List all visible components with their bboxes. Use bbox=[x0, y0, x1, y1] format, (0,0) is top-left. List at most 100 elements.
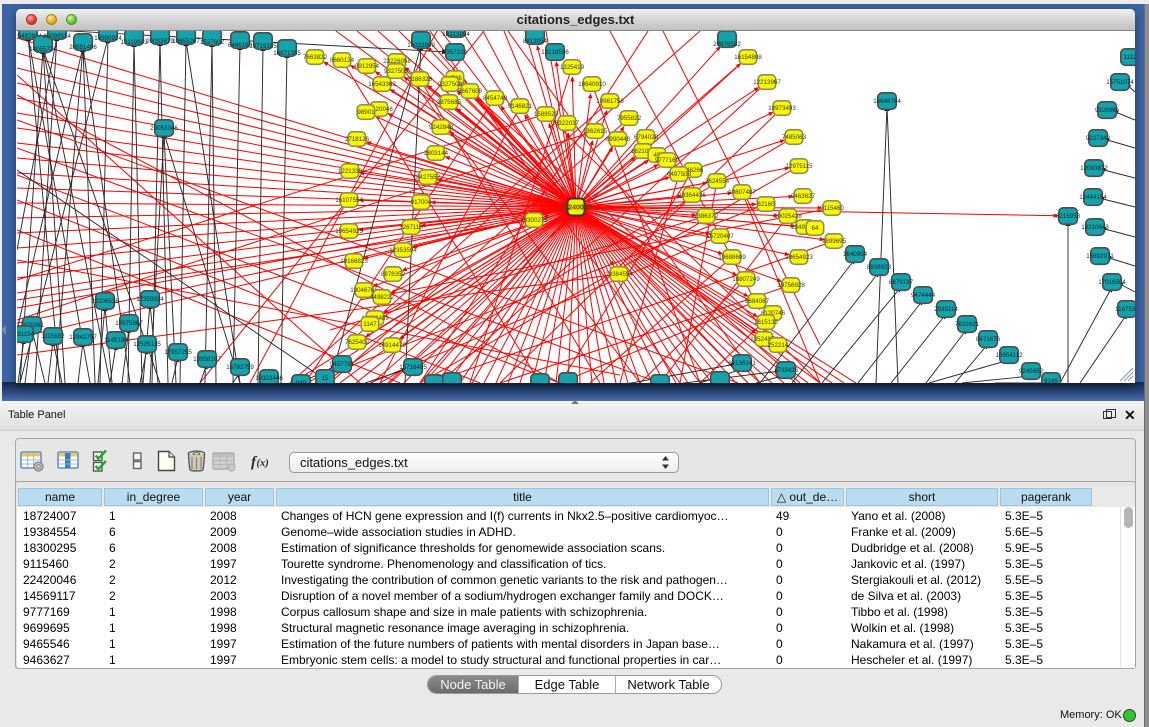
svg-text:9777169: 9777169 bbox=[655, 157, 680, 164]
svg-text:9327508: 9327508 bbox=[438, 81, 463, 88]
svg-text:9474444: 9474444 bbox=[911, 292, 936, 299]
svg-text:8427552: 8427552 bbox=[416, 174, 441, 181]
svg-text:1145194: 1145194 bbox=[104, 337, 128, 344]
svg-text:945: 945 bbox=[296, 380, 307, 383]
svg-text:10590924: 10590924 bbox=[94, 35, 122, 42]
svg-text:7386372: 7386372 bbox=[694, 213, 719, 220]
svg-text:18640910: 18640910 bbox=[578, 81, 606, 88]
svg-text:3267110: 3267110 bbox=[399, 224, 423, 231]
svg-text:98901: 98901 bbox=[357, 109, 375, 116]
svg-text:7955822: 7955822 bbox=[617, 115, 642, 122]
svg-text:1115682: 1115682 bbox=[41, 333, 65, 340]
svg-text:20691406: 20691406 bbox=[69, 44, 97, 51]
svg-text:7357224: 7357224 bbox=[443, 49, 468, 56]
svg-text:1527602: 1527602 bbox=[200, 39, 225, 46]
svg-text:12119603: 12119603 bbox=[120, 39, 148, 46]
svg-text:9242848: 9242848 bbox=[429, 124, 454, 131]
svg-text:6879197: 6879197 bbox=[889, 279, 914, 286]
svg-text:252214: 252214 bbox=[768, 342, 789, 349]
svg-text:9227342: 9227342 bbox=[1086, 135, 1111, 142]
svg-text:19218596: 19218596 bbox=[541, 49, 569, 56]
svg-text:17957255: 17957255 bbox=[164, 349, 192, 356]
svg-text:20876582: 20876582 bbox=[713, 41, 741, 48]
svg-text:12444154: 12444154 bbox=[1079, 194, 1107, 201]
svg-text:14136141: 14136141 bbox=[728, 360, 756, 367]
svg-text:10975867: 10975867 bbox=[115, 320, 143, 327]
svg-text:7625402: 7625402 bbox=[345, 339, 370, 346]
svg-text:10961758: 10961758 bbox=[596, 98, 624, 105]
svg-text:10688609: 10688609 bbox=[718, 254, 746, 261]
svg-text:19384554: 19384554 bbox=[605, 271, 633, 278]
svg-text:20033679: 20033679 bbox=[146, 38, 174, 45]
svg-text:12353594: 12353594 bbox=[389, 247, 417, 254]
svg-text:7632621: 7632621 bbox=[955, 321, 980, 328]
svg-text:16782759: 16782759 bbox=[226, 364, 254, 371]
svg-text:1112: 1112 bbox=[1124, 54, 1135, 61]
svg-text:17240007: 17240007 bbox=[560, 205, 591, 212]
svg-text:16107554: 16107554 bbox=[335, 197, 363, 204]
svg-text:16671355: 16671355 bbox=[273, 50, 301, 57]
svg-text:15751074: 15751074 bbox=[1106, 79, 1134, 86]
svg-text:15716485: 15716485 bbox=[399, 364, 427, 371]
svg-text:10025438: 10025438 bbox=[774, 213, 802, 220]
svg-text:17359924: 17359924 bbox=[136, 296, 164, 303]
svg-text:9457791: 9457791 bbox=[330, 361, 355, 368]
svg-text:2803144: 2803144 bbox=[424, 150, 449, 157]
svg-text:19166825: 19166825 bbox=[340, 258, 368, 265]
svg-text:15: 15 bbox=[322, 375, 329, 382]
svg-text:19654923: 19654923 bbox=[785, 254, 813, 261]
svg-text:10958107: 10958107 bbox=[193, 356, 221, 363]
svg-text:20364436: 20364436 bbox=[678, 192, 706, 199]
svg-text:9327505: 9327505 bbox=[384, 68, 409, 75]
svg-text:16210643: 16210643 bbox=[1081, 224, 1109, 231]
svg-text:4498222: 4498222 bbox=[370, 294, 395, 301]
svg-text:8990448: 8990448 bbox=[606, 136, 631, 143]
svg-text:18313804: 18313804 bbox=[442, 31, 470, 38]
svg-text:1362615: 1362615 bbox=[583, 128, 608, 135]
svg-text:2867608: 2867608 bbox=[458, 88, 483, 95]
svg-text:1588520: 1588520 bbox=[534, 111, 559, 118]
svg-text:18807249: 18807249 bbox=[732, 276, 760, 283]
svg-text:9115460: 9115460 bbox=[820, 205, 844, 212]
svg-text:7485063: 7485063 bbox=[782, 134, 807, 141]
svg-text:8454749: 8454749 bbox=[483, 95, 508, 102]
svg-text:391154: 391154 bbox=[17, 331, 35, 338]
svg-text:7663822: 7663822 bbox=[303, 54, 328, 61]
svg-text:10719155: 10719155 bbox=[249, 43, 277, 50]
svg-text:16033809: 16033809 bbox=[407, 42, 435, 49]
svg-text:20099514: 20099514 bbox=[43, 33, 71, 40]
svg-text:1733426: 1733426 bbox=[774, 367, 799, 374]
svg-text:10654112: 10654112 bbox=[995, 352, 1023, 359]
svg-text:19300275: 19300275 bbox=[520, 217, 548, 224]
svg-text:12093872: 12093872 bbox=[1080, 165, 1108, 172]
svg-text:15692971: 15692971 bbox=[1086, 253, 1114, 260]
svg-text:1325419: 1325419 bbox=[560, 64, 585, 71]
svg-text:(x): (x) bbox=[257, 458, 269, 469]
svg-text:19654925: 19654925 bbox=[335, 228, 363, 235]
svg-text:9329966: 9329966 bbox=[1095, 107, 1120, 114]
svg-text:17016504: 17016504 bbox=[1098, 279, 1126, 286]
svg-text:14914479: 14914479 bbox=[378, 342, 406, 349]
svg-text:6794028: 6794028 bbox=[634, 134, 659, 141]
svg-text:9899695: 9899695 bbox=[822, 238, 847, 245]
svg-text:8215958: 8215958 bbox=[1056, 213, 1081, 220]
svg-text:64: 64 bbox=[812, 225, 819, 232]
svg-text:20206536: 20206536 bbox=[91, 298, 119, 305]
svg-text:8878352: 8878352 bbox=[381, 271, 406, 278]
svg-text:62160: 62160 bbox=[757, 201, 775, 208]
svg-text:8813054: 8813054 bbox=[523, 38, 548, 45]
svg-text:14055714: 14055714 bbox=[29, 46, 57, 53]
svg-text:8938923: 8938923 bbox=[867, 264, 892, 271]
svg-text:10973493: 10973493 bbox=[768, 105, 796, 112]
svg-text:10655267: 10655267 bbox=[172, 38, 200, 45]
svg-text:8186328: 8186328 bbox=[408, 76, 433, 83]
svg-text:3875685: 3875685 bbox=[437, 99, 462, 106]
svg-text:9463627: 9463627 bbox=[791, 193, 816, 200]
svg-text:8471676: 8471676 bbox=[976, 336, 1001, 343]
svg-text:10323446: 10323446 bbox=[255, 375, 283, 382]
svg-text:16154808: 16154808 bbox=[734, 54, 762, 61]
svg-text:10807487: 10807487 bbox=[728, 189, 756, 196]
svg-text:15720407: 15720407 bbox=[706, 233, 734, 240]
svg-text:12213967: 12213967 bbox=[753, 79, 781, 86]
svg-text:6497508: 6497508 bbox=[667, 171, 692, 178]
